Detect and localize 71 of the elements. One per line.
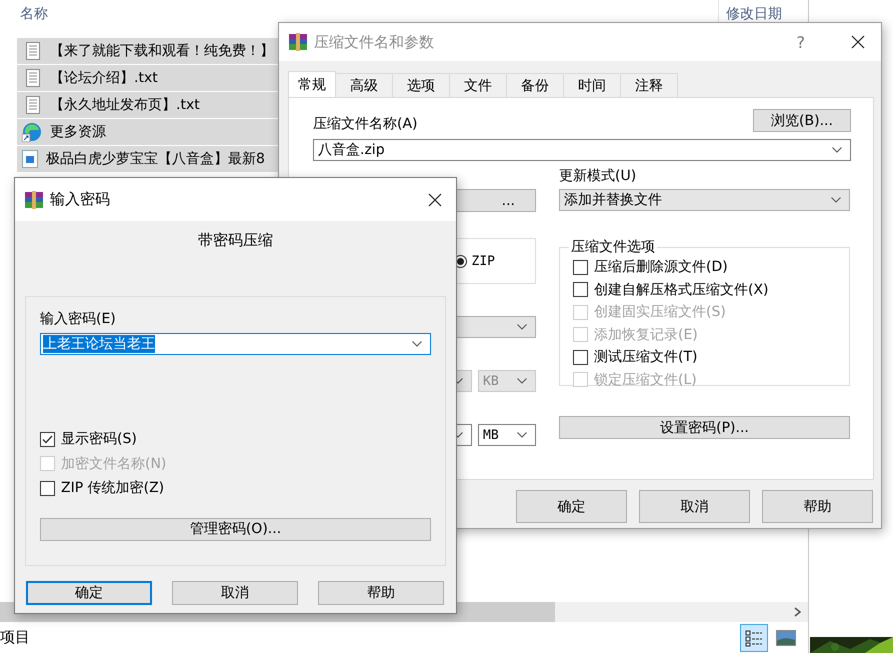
field-label: 压缩文件名称(A) xyxy=(313,116,418,132)
file-row[interactable]: 极品白虎少萝宝宝【八音盒】最新8 xyxy=(17,146,278,172)
button[interactable]: 帮助 xyxy=(318,581,444,605)
checkbox-label: 压缩后删除源文件(D) xyxy=(594,258,728,276)
caret-icon xyxy=(517,432,527,438)
button[interactable]: 取消 xyxy=(639,490,750,523)
caret-icon xyxy=(831,197,841,203)
window-title: 压缩文件名和参数 xyxy=(314,32,435,52)
preview-view-icon xyxy=(776,630,796,646)
unit-dropdown[interactable]: MB xyxy=(478,424,536,446)
tab[interactable]: 常规 xyxy=(288,71,336,97)
status-text: 项目 xyxy=(0,628,30,647)
file-name: 极品白虎少萝宝宝【八音盒】最新8 xyxy=(46,150,265,168)
browse-button[interactable]: 浏览(B)... xyxy=(753,109,851,132)
password-field[interactable]: 上老王论坛当老王 xyxy=(40,333,431,355)
window-title: 输入密码 xyxy=(50,190,111,209)
shortcut-icon xyxy=(22,122,42,142)
button[interactable]: 帮助 xyxy=(762,490,873,523)
column-header[interactable]: 名称 xyxy=(20,5,48,23)
file-name: 【论坛介绍】.txt xyxy=(50,69,158,87)
set-password-button[interactable]: 设置密码(P)... xyxy=(559,416,850,439)
checkbox-label: 创建自解压格式压缩文件(X) xyxy=(594,280,769,299)
file-row[interactable]: 【论坛介绍】.txt xyxy=(17,65,278,91)
stacked-books-icon xyxy=(24,190,44,210)
checkbox[interactable] xyxy=(573,260,588,275)
scroll-right-icon xyxy=(794,607,802,617)
close-icon xyxy=(428,192,442,206)
dialog-heading: 带密码压缩 xyxy=(197,231,274,250)
update-mode-dropdown[interactable]: 添加并替换文件 xyxy=(559,189,850,211)
filename-field[interactable]: 八音盒.zip xyxy=(313,139,851,161)
check-icon xyxy=(42,434,53,444)
checkbox[interactable] xyxy=(40,480,55,496)
caret-icon xyxy=(412,341,422,347)
details-view-icon xyxy=(745,628,763,646)
file-name: 更多资源 xyxy=(50,123,106,141)
checkbox[interactable] xyxy=(573,350,588,365)
text-file-icon xyxy=(26,42,40,60)
file-row[interactable]: 【来了就能下载和观看！纯免费！】 xyxy=(17,38,278,64)
button[interactable]: 确定 xyxy=(26,581,152,605)
help-button[interactable]: ? xyxy=(796,32,805,52)
checkbox-label: 加密文件名称(N) xyxy=(61,454,166,473)
caret-icon xyxy=(517,378,527,384)
file-row[interactable]: 【永久地址发布页】.txt xyxy=(17,92,278,118)
button[interactable]: 取消 xyxy=(172,581,298,605)
checkbox[interactable] xyxy=(573,282,588,298)
manage-passwords-button[interactable]: 管理密码(O)... xyxy=(40,518,431,540)
column-header[interactable]: 修改日期 xyxy=(726,5,782,23)
details-view-button[interactable] xyxy=(740,624,768,652)
checkbox-label: 创建固实压缩文件(S) xyxy=(594,303,726,322)
text-file-icon xyxy=(26,69,40,87)
file-name: 【来了就能下载和观看！纯免费！】 xyxy=(50,42,274,60)
checkbox-label: 锁定压缩文件(L) xyxy=(594,370,697,389)
button[interactable]: 确定 xyxy=(516,490,627,523)
document-icon xyxy=(22,150,38,168)
radio-label: ZIP xyxy=(472,254,495,268)
file-name: 【永久地址发布页】.txt xyxy=(50,96,200,114)
stacked-books-icon xyxy=(288,32,308,52)
caret-icon xyxy=(517,324,527,330)
caret-icon xyxy=(832,147,842,153)
close-icon xyxy=(851,35,865,49)
text-file-icon xyxy=(26,96,40,114)
field-label: 更新模式(U) xyxy=(559,169,638,183)
file-row[interactable]: 更多资源 xyxy=(17,119,278,145)
checkbox-label: ZIP 传统加密(Z) xyxy=(61,479,164,498)
checkbox-label: 测试压缩文件(T) xyxy=(594,348,698,366)
checkbox[interactable] xyxy=(40,432,55,447)
field-label: 输入密码(E) xyxy=(40,311,117,327)
tab[interactable]: 注释 xyxy=(620,73,678,97)
checkbox-label: 添加恢复记录(E) xyxy=(594,326,698,344)
checkbox-label: 显示密码(S) xyxy=(61,430,137,448)
group-title: 压缩文件选项 xyxy=(570,238,656,256)
